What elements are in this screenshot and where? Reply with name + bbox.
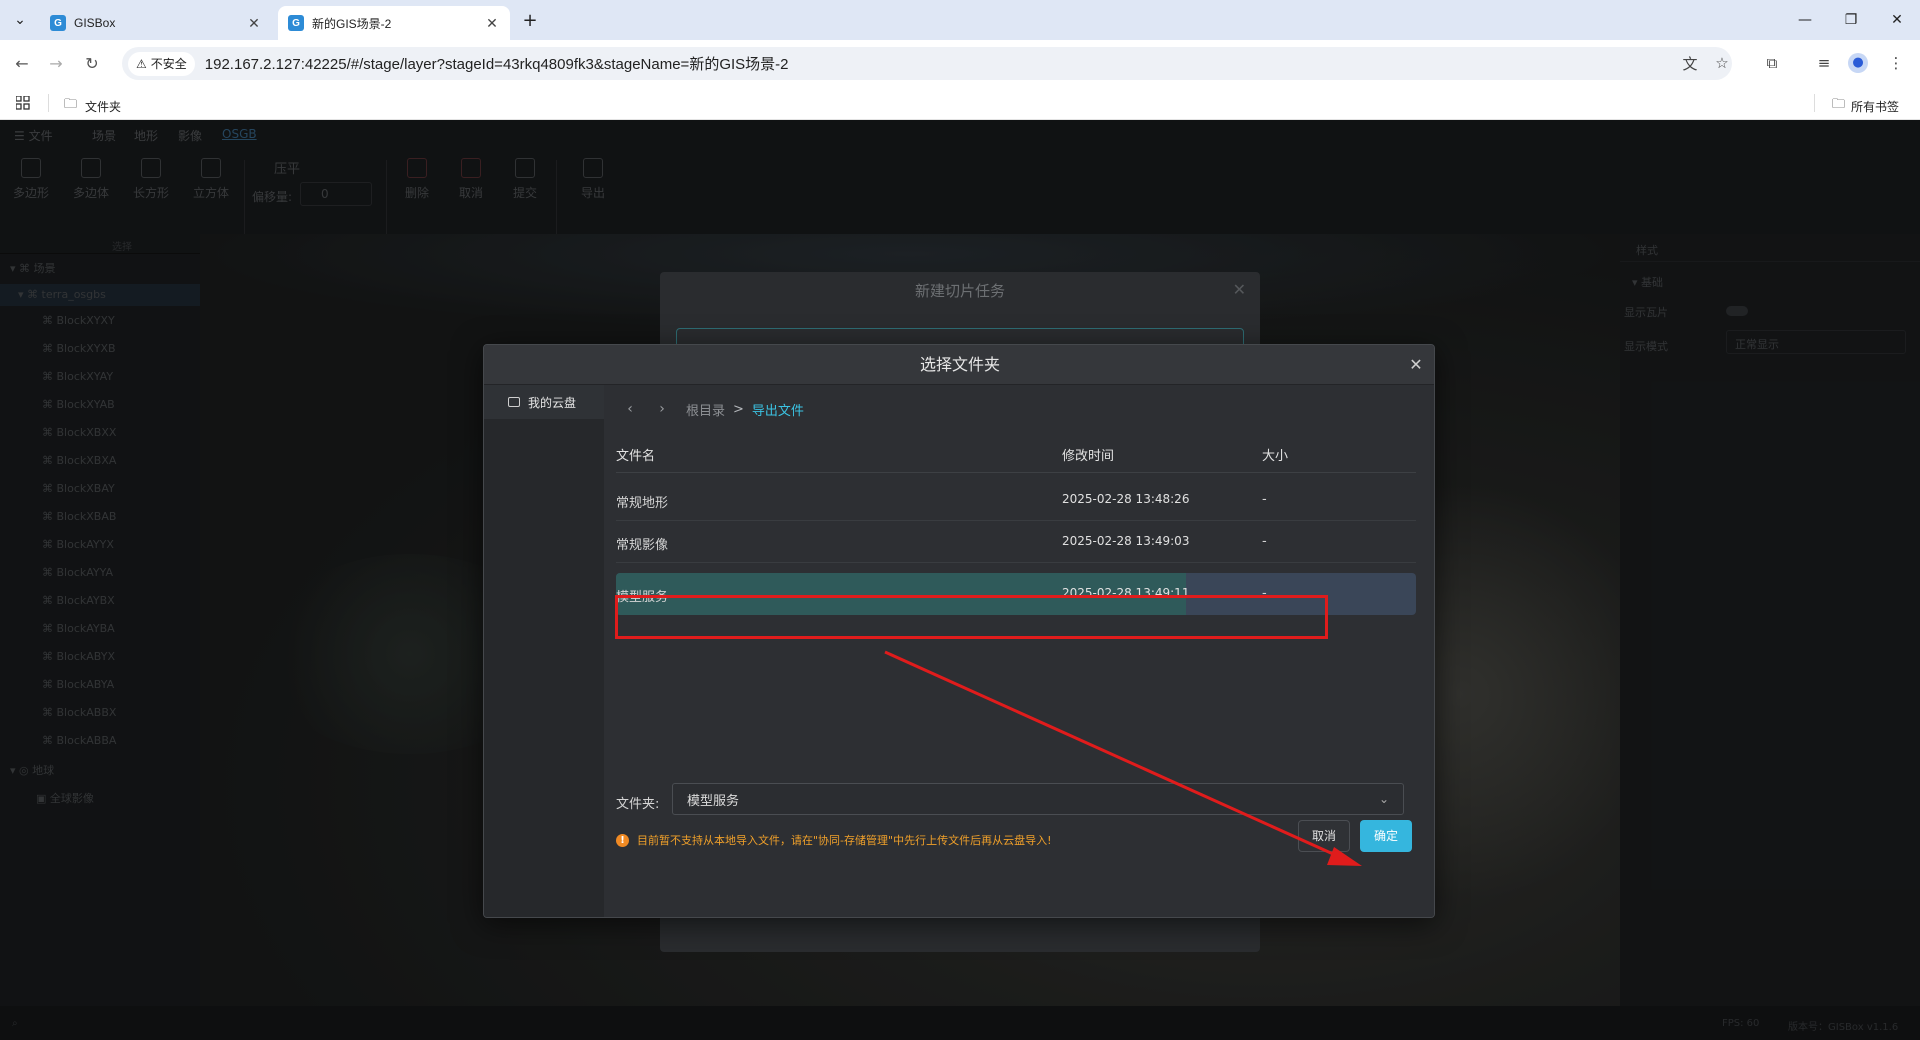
row-name: 常规地形 — [616, 496, 669, 511]
bookmark-folder[interactable]: 🗀 文件夹 — [64, 95, 121, 117]
chevron-right-icon[interactable]: › — [652, 401, 672, 417]
tab-search-icon[interactable]: ⌄ — [4, 0, 36, 40]
row-name: 常规影像 — [616, 538, 669, 553]
cloud-drive-icon — [508, 397, 520, 407]
gisbox-favicon-icon: G — [50, 15, 66, 31]
folder-label: 文件夹: — [616, 797, 660, 812]
import-warning: ! 目前暂不支持从本地导入文件，请在"协同-存储管理"中先行上传文件后再从云盘导… — [616, 832, 1052, 848]
row-size: - — [1262, 534, 1267, 549]
forward-icon[interactable]: → — [44, 51, 68, 75]
star-icon[interactable]: ☆ — [1710, 51, 1734, 75]
dialog-title: 选择文件夹 — [919, 355, 1000, 374]
cancel-button[interactable]: 取消 — [1298, 820, 1350, 852]
chevron-down-icon: ⌄ — [1378, 792, 1389, 806]
all-bookmarks[interactable]: 🗀 所有书签 — [1832, 95, 1899, 117]
close-window-icon[interactable]: ✕ — [1874, 0, 1920, 40]
folder-icon: 🗀 — [1832, 96, 1846, 111]
row-modified: 2025-02-28 13:48:26 — [1062, 492, 1190, 506]
breadcrumb-current[interactable]: 导出文件 — [752, 400, 804, 419]
back-icon[interactable]: ← — [10, 51, 34, 75]
reload-icon[interactable]: ↻ — [80, 51, 104, 75]
column-modified[interactable]: 修改时间 — [1062, 445, 1114, 464]
security-chip[interactable]: ⚠ 不安全 — [128, 51, 195, 76]
confirm-button[interactable]: 确定 — [1360, 820, 1412, 852]
close-icon[interactable]: ✕ — [1233, 280, 1246, 299]
menu-dots-icon[interactable]: ⋮ — [1884, 51, 1908, 75]
table-header: 文件名 修改时间 大小 — [616, 433, 1416, 473]
translate-icon[interactable]: 文 — [1678, 51, 1702, 75]
all-bookmarks-label: 所有书签 — [1851, 99, 1900, 114]
extensions-icon[interactable]: ⧉ — [1760, 51, 1784, 75]
browser-tab-bar: ⌄ G GISBox ✕ G 新的GIS场景-2 ✕ + — ❐ ✕ — [0, 0, 1920, 40]
divider — [48, 94, 49, 112]
folder-icon: 🗀 — [64, 96, 78, 111]
folder-select-value: 模型服务 — [687, 793, 740, 809]
breadcrumb-root[interactable]: 根目录 — [686, 400, 725, 419]
profile-icon[interactable]: ● — [1846, 51, 1870, 75]
annotation-highlight-box — [615, 595, 1328, 639]
media-icon[interactable]: ≡ — [1812, 51, 1836, 75]
new-tab-icon[interactable]: + — [512, 0, 548, 40]
sidebar-item-label: 我的云盘 — [528, 395, 577, 410]
sidebar-item-my-cloud[interactable]: 我的云盘 — [484, 385, 604, 419]
omnibox[interactable]: ⚠ 不安全 192.167.2.127:42225/#/stage/layer?… — [122, 47, 1732, 80]
apps-grid-icon[interactable] — [16, 96, 30, 110]
security-label: 不安全 — [150, 57, 187, 71]
url-text[interactable]: 192.167.2.127:42225/#/stage/layer?stageI… — [205, 53, 789, 74]
close-tab-icon[interactable]: ✕ — [484, 15, 500, 31]
minimize-icon[interactable]: — — [1782, 0, 1828, 40]
warning-triangle-icon: ⚠ — [136, 56, 147, 71]
warning-icon: ! — [616, 833, 629, 847]
chevron-left-icon[interactable]: ‹ — [620, 401, 640, 417]
close-tab-icon[interactable]: ✕ — [246, 15, 262, 31]
warning-text: 目前暂不支持从本地导入文件，请在"协同-存储管理"中先行上传文件后再从云盘导入! — [637, 834, 1052, 847]
dialog-header: 选择文件夹 ✕ — [484, 345, 1434, 385]
breadcrumb-separator: > — [733, 401, 744, 417]
bookmark-folder-label: 文件夹 — [85, 99, 122, 114]
dialog-sidebar: 我的云盘 — [484, 385, 604, 917]
tab-title: 新的GIS场景-2 — [312, 16, 392, 31]
row-modified: 2025-02-28 13:49:03 — [1062, 534, 1190, 548]
table-row[interactable]: 常规地形 2025-02-28 13:48:26 - — [616, 479, 1416, 521]
dialog-main: ‹ › 根目录 > 导出文件 文件名 修改时间 大小 常规地形 2025-02-… — [604, 385, 1434, 917]
divider — [1814, 94, 1815, 112]
address-bar-row: ← → ↻ ⚠ 不安全 192.167.2.127:42225/#/stage/… — [0, 40, 1920, 86]
breadcrumb: ‹ › 根目录 > 导出文件 — [620, 399, 804, 419]
restore-icon[interactable]: ❐ — [1828, 0, 1874, 40]
column-name[interactable]: 文件名 — [616, 445, 655, 464]
table-row[interactable]: 常规影像 2025-02-28 13:49:03 - — [616, 521, 1416, 563]
folder-select[interactable]: 模型服务 ⌄ — [672, 783, 1404, 815]
bg-dialog-title: 新建切片任务 — [914, 282, 1005, 300]
close-icon[interactable]: ✕ — [1406, 355, 1426, 375]
row-size: - — [1262, 492, 1267, 507]
bookmarks-bar: 🗀 文件夹 🗀 所有书签 — [0, 86, 1920, 120]
column-size[interactable]: 大小 — [1262, 445, 1288, 464]
tab-title: GISBox — [74, 16, 116, 30]
tab-gis-scene[interactable]: G 新的GIS场景-2 ✕ — [278, 6, 510, 40]
gisbox-favicon-icon: G — [288, 15, 304, 31]
tab-gisbox[interactable]: G GISBox ✕ — [40, 6, 272, 40]
